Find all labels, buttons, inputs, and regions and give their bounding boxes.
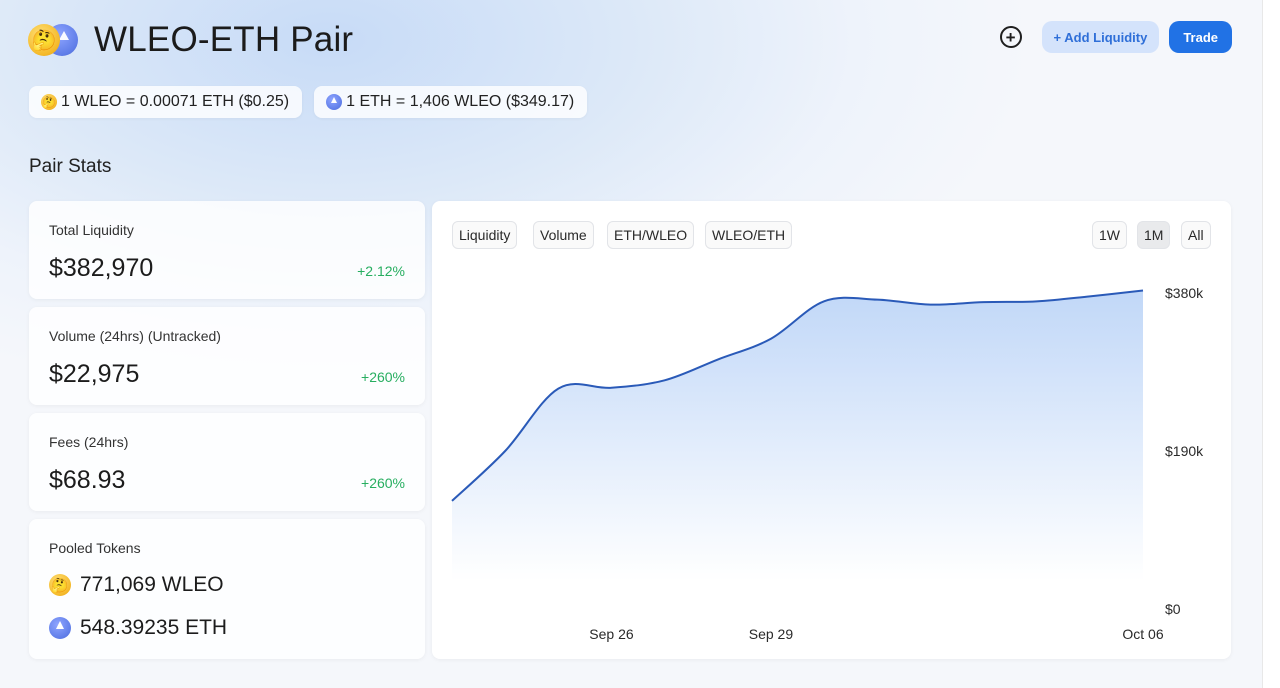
stat-change: +2.12%: [357, 263, 405, 279]
fees-card: Fees (24hrs) $68.93 +260%: [29, 413, 425, 511]
add-liquidity-button[interactable]: + Add Liquidity: [1041, 21, 1160, 53]
thinking-face-icon: 🤔: [41, 94, 57, 110]
pooled-wleo-row: 🤔 771,069 WLEO: [49, 573, 224, 597]
page-scrollbar[interactable]: [1262, 0, 1280, 688]
ethereum-icon: [326, 94, 343, 110]
stat-value: $382,970: [49, 254, 154, 282]
y-tick-label: $380k: [1165, 285, 1204, 301]
price-row: 🤔 1 WLEO = 0.00071 ETH ($0.25) 1 ETH = 1…: [29, 86, 588, 118]
x-tick-label: Sep 29: [749, 626, 794, 642]
eth-price-chip[interactable]: 1 ETH = 1,406 WLEO ($349.17): [314, 86, 588, 118]
pooled-tokens-card: Pooled Tokens 🤔 771,069 WLEO 548.39235 E…: [29, 519, 425, 659]
stat-label: Fees (24hrs): [49, 434, 129, 450]
header-actions: + + Add Liquidity Trade: [999, 21, 1232, 53]
pooled-eth-amount: 548.39235 ETH: [80, 616, 228, 639]
chart-card: Liquidity Volume ETH/WLEO WLEO/ETH 1W 1M…: [432, 201, 1231, 659]
eth-price-text: 1 ETH = 1,406 WLEO ($349.17): [346, 93, 575, 110]
stat-value: $22,975: [49, 360, 140, 388]
wleo-price-chip[interactable]: 🤔 1 WLEO = 0.00071 ETH ($0.25): [29, 86, 303, 118]
total-liquidity-card: Total Liquidity $382,970 +2.12%: [29, 201, 425, 299]
volume-card: Volume (24hrs) (Untracked) $22,975 +260%: [29, 307, 425, 405]
page-header: 🤔 WLEO-ETH Pair: [28, 18, 353, 62]
plus-circle-icon[interactable]: +: [999, 26, 1022, 48]
y-tick-label: $0: [1165, 601, 1181, 617]
thinking-face-icon: 🤔: [49, 574, 71, 596]
stat-label: Volume (24hrs) (Untracked): [49, 328, 221, 344]
stat-value: $68.93: [49, 466, 126, 494]
page-title: WLEO-ETH Pair: [94, 20, 354, 59]
pair-logos: 🤔: [28, 22, 78, 58]
ethereum-icon: [49, 617, 71, 639]
pooled-eth-row: 548.39235 ETH: [49, 616, 227, 640]
pooled-wleo-amount: 771,069 WLEO: [80, 573, 224, 596]
liquidity-area: [452, 290, 1143, 581]
wleo-price-text: 1 WLEO = 0.00071 ETH ($0.25): [61, 93, 290, 110]
x-tick-label: Oct 06: [1122, 626, 1163, 642]
pair-stats-title: Pair Stats: [29, 156, 112, 177]
liquidity-chart: $380k $190k $0 Sep 26 Sep 29 Oct 06: [451, 285, 1204, 642]
stat-label: Pooled Tokens: [49, 540, 141, 556]
stat-label: Total Liquidity: [49, 222, 134, 238]
trade-button[interactable]: Trade: [1169, 21, 1232, 53]
stat-change: +260%: [361, 369, 405, 385]
x-tick-label: Sep 26: [589, 626, 634, 642]
y-tick-label: $190k: [1165, 443, 1204, 459]
stat-change: +260%: [361, 475, 405, 491]
thinking-face-icon: 🤔: [28, 24, 60, 56]
